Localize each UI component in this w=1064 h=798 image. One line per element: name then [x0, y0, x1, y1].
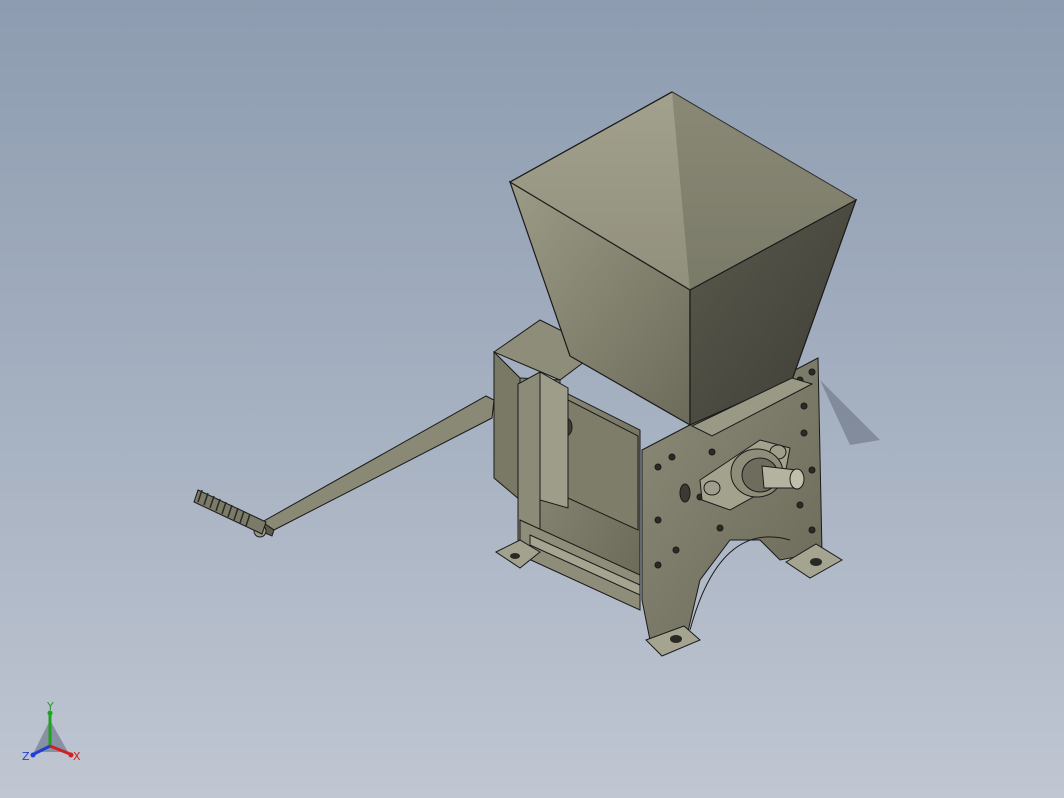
z-axis-tip: [30, 752, 36, 758]
y-axis-label: Y: [46, 700, 54, 713]
left-foot-hole: [510, 553, 520, 559]
coordinate-triad[interactable]: Y X Z: [18, 700, 88, 770]
right-front-foot-hole: [670, 635, 682, 643]
grinder-model[interactable]: [0, 0, 1064, 798]
x-axis-label: X: [73, 750, 81, 763]
right-rear-foot-hole: [810, 558, 822, 566]
crank-handle[interactable]: [193, 489, 267, 535]
plate-slot: [679, 483, 691, 503]
left-side-plate-inner: [539, 371, 569, 509]
z-axis-label: Z: [22, 750, 30, 763]
rear-housing-side: [493, 350, 521, 502]
drive-shaft: [761, 465, 805, 490]
shadow: [820, 380, 880, 445]
crank-arm[interactable]: [261, 395, 495, 531]
cad-viewport[interactable]: Y X Z: [0, 0, 1064, 798]
